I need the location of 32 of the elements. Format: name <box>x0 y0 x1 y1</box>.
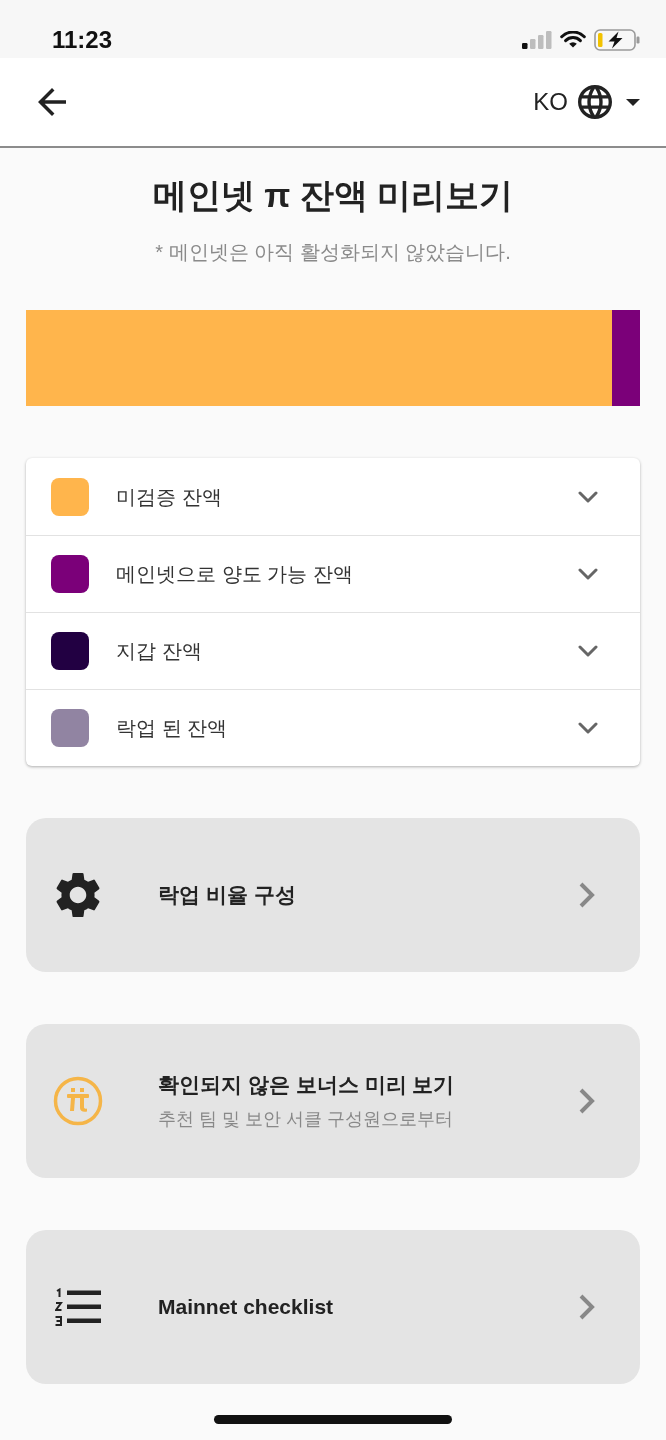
balance-row[interactable]: 메인넷으로 양도 가능 잔액 <box>26 535 640 612</box>
pi-coin-icon <box>53 1076 103 1126</box>
balance-row[interactable]: 지갑 잔액 <box>26 612 640 689</box>
page-title: 메인넷 π 잔액 미리보기 <box>151 175 515 216</box>
card-title: Mainnet checklist <box>158 1294 334 1320</box>
back-button[interactable] <box>38 88 66 116</box>
balance-row[interactable]: 미검증 잔액 <box>26 458 640 535</box>
chevron-right-icon <box>578 1087 596 1115</box>
back-arrow-icon <box>38 88 66 116</box>
balance-label: 메인넷으로 양도 가능 잔액 <box>116 562 353 587</box>
battery-icon <box>594 29 640 51</box>
menu-card[interactable]: Mainnet checklist <box>26 1230 640 1384</box>
numbered-list-icon <box>55 1288 101 1326</box>
gear-icon <box>56 872 100 918</box>
balance-row[interactable]: 락업 된 잔액 <box>26 689 640 766</box>
status-time: 11:23 <box>52 26 113 54</box>
balance-label: 지갑 잔액 <box>116 639 202 664</box>
notice-text: * 메인넷은 아직 활성화되지 않았습니다. <box>154 240 512 265</box>
caret-icon <box>626 98 640 106</box>
chevron-right-icon <box>578 1293 596 1321</box>
card-title: 락업 비율 구성 <box>158 882 296 908</box>
wifi-icon <box>560 30 586 50</box>
language-selector[interactable]: KO <box>533 85 640 119</box>
balance-label: 미검증 잔액 <box>116 484 222 510</box>
balance-label: 락업 된 잔액 <box>116 716 228 741</box>
signal-icon <box>522 31 552 49</box>
chevron-right-icon <box>578 881 596 909</box>
globe-icon <box>578 85 612 119</box>
card-subtitle: 추천 팀 및 보안 서클 구성원으로부터 <box>158 1108 453 1131</box>
menu-card[interactable]: 락업 비율 구성 <box>26 818 640 972</box>
menu-card[interactable]: 확인되지 않은 보너스 미리 보기 추천 팀 및 보안 서클 구성원으로부터 <box>26 1024 640 1178</box>
card-title: 확인되지 않은 보너스 미리 보기 <box>158 1072 455 1098</box>
